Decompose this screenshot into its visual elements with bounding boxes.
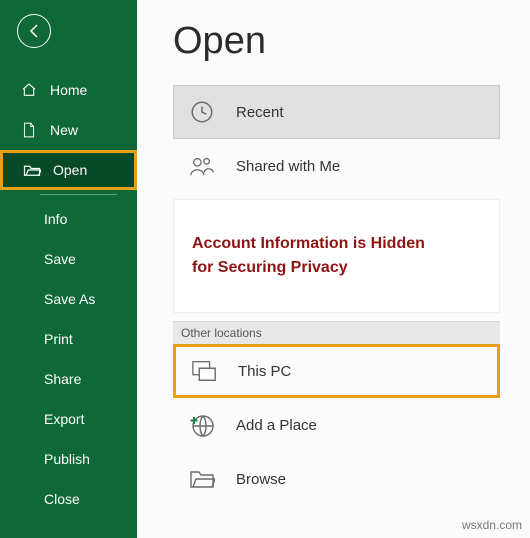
sidebar-divider — [40, 194, 117, 195]
add-place-icon — [188, 412, 216, 438]
sidebar-item-label: Export — [44, 411, 84, 427]
row-label: Browse — [236, 471, 286, 488]
row-label: Shared with Me — [236, 158, 340, 175]
sidebar-item-label: Share — [44, 371, 81, 387]
sidebar-item-label: Open — [53, 162, 87, 178]
account-info-placeholder: Account Information is Hidden for Securi… — [173, 199, 500, 313]
page-title: Open — [173, 20, 500, 63]
info-text-line1: Account Information is Hidden — [192, 232, 481, 256]
sidebar-item-info[interactable]: Info — [0, 199, 137, 239]
sidebar-item-label: Save As — [44, 291, 95, 307]
sidebar-item-open[interactable]: Open — [0, 150, 137, 190]
row-label: Recent — [236, 104, 284, 121]
row-label: This PC — [238, 363, 291, 380]
sidebar-item-label: Info — [44, 211, 67, 227]
clock-icon — [188, 99, 216, 125]
row-label: Add a Place — [236, 417, 317, 434]
info-text-line2: for Securing Privacy — [192, 256, 481, 280]
sidebar-item-save-as[interactable]: Save As — [0, 279, 137, 319]
back-button[interactable] — [17, 14, 51, 48]
sidebar-item-label: Close — [44, 491, 80, 507]
this-pc-icon — [190, 359, 218, 383]
sidebar-item-label: Save — [44, 251, 76, 267]
section-header-other-locations: Other locations — [173, 321, 500, 344]
sidebar-item-save[interactable]: Save — [0, 239, 137, 279]
open-row-recent[interactable]: Recent — [173, 85, 500, 139]
sidebar-item-close[interactable]: Close — [0, 479, 137, 519]
sidebar-item-label: New — [50, 122, 78, 138]
sidebar-item-home[interactable]: Home — [0, 70, 137, 110]
sidebar-item-publish[interactable]: Publish — [0, 439, 137, 479]
open-row-browse[interactable]: Browse — [173, 452, 500, 506]
sidebar-item-print[interactable]: Print — [0, 319, 137, 359]
backstage-sidebar: Home New Open Info Save Save As Print Sh… — [0, 0, 137, 538]
file-new-icon — [20, 122, 38, 138]
people-icon — [188, 155, 216, 177]
sidebar-item-label: Publish — [44, 451, 90, 467]
arrow-left-icon — [25, 22, 43, 40]
sidebar-item-share[interactable]: Share — [0, 359, 137, 399]
open-row-this-pc[interactable]: This PC — [173, 344, 500, 398]
folder-open-icon — [23, 163, 41, 177]
sidebar-item-label: Home — [50, 82, 87, 98]
main-panel: Open Recent Shared with Me Account Infor… — [137, 0, 530, 538]
open-row-add-place[interactable]: Add a Place — [173, 398, 500, 452]
folder-browse-icon — [188, 469, 216, 489]
watermark: wsxdn.com — [462, 518, 522, 532]
sidebar-item-label: Print — [44, 331, 73, 347]
open-row-shared[interactable]: Shared with Me — [173, 139, 500, 193]
home-icon — [20, 82, 38, 98]
sidebar-item-export[interactable]: Export — [0, 399, 137, 439]
sidebar-item-new[interactable]: New — [0, 110, 137, 150]
